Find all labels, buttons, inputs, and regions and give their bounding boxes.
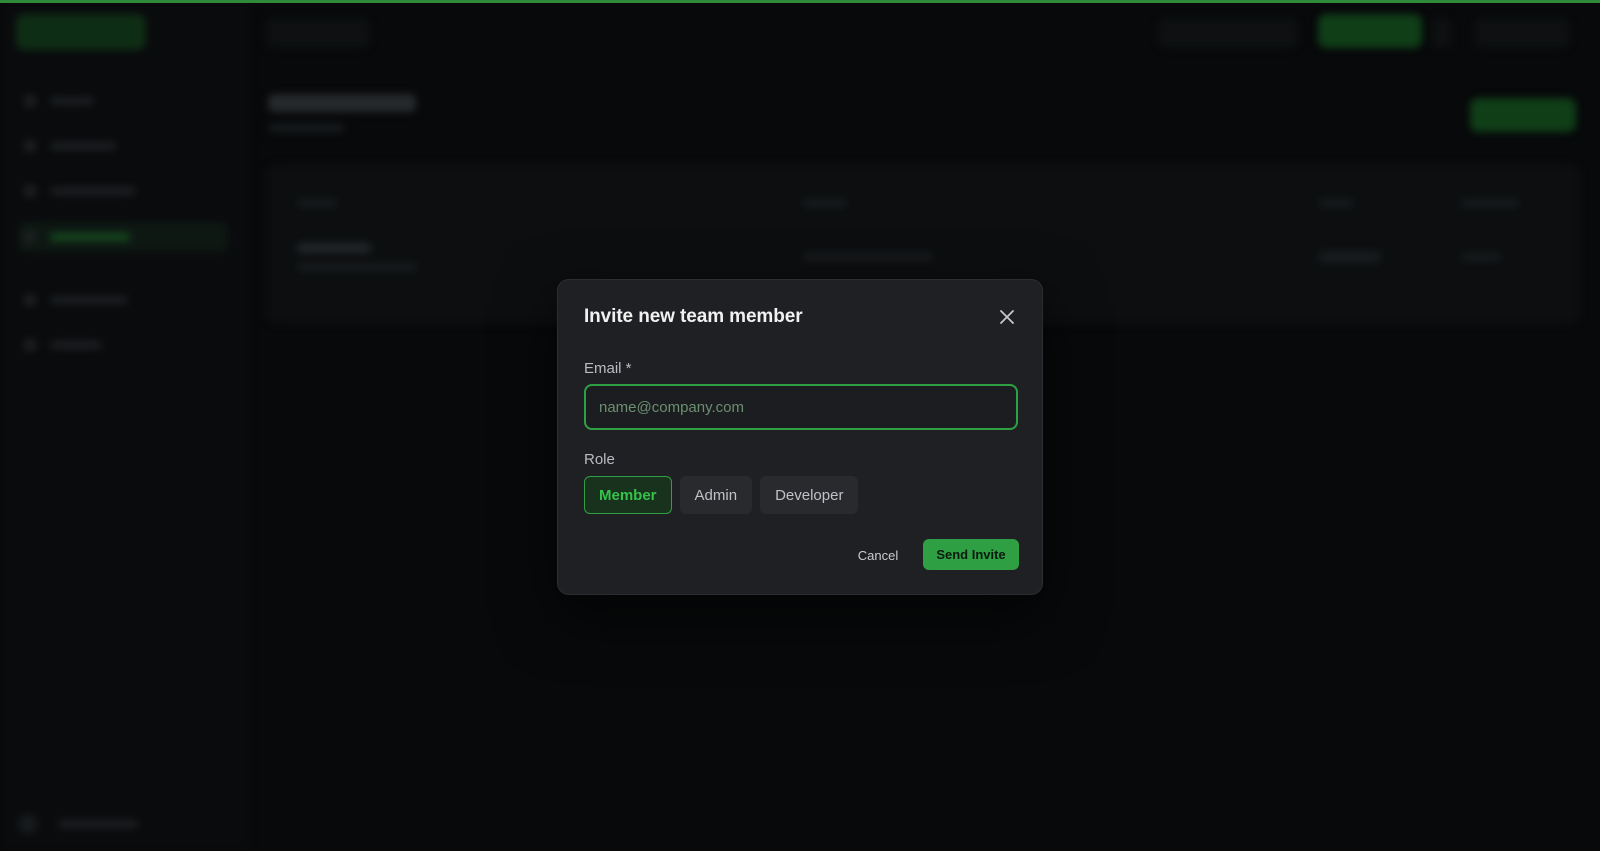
close-icon	[1000, 310, 1014, 324]
role-label: Role	[584, 451, 615, 468]
send-invite-button[interactable]: Send Invite	[923, 539, 1019, 570]
invite-modal: Invite new team member Email * Role Memb…	[557, 279, 1043, 595]
email-label: Email *	[584, 360, 632, 377]
role-option-member[interactable]: Member	[584, 476, 672, 514]
role-option-developer[interactable]: Developer	[760, 476, 859, 514]
role-selector: Member Admin Developer	[584, 476, 859, 514]
role-option-admin[interactable]: Admin	[679, 476, 753, 514]
close-button[interactable]	[996, 306, 1018, 328]
email-input[interactable]	[584, 384, 1018, 430]
modal-title: Invite new team member	[584, 306, 803, 327]
cancel-button[interactable]: Cancel	[850, 545, 906, 565]
top-accent-line	[0, 0, 1600, 3]
